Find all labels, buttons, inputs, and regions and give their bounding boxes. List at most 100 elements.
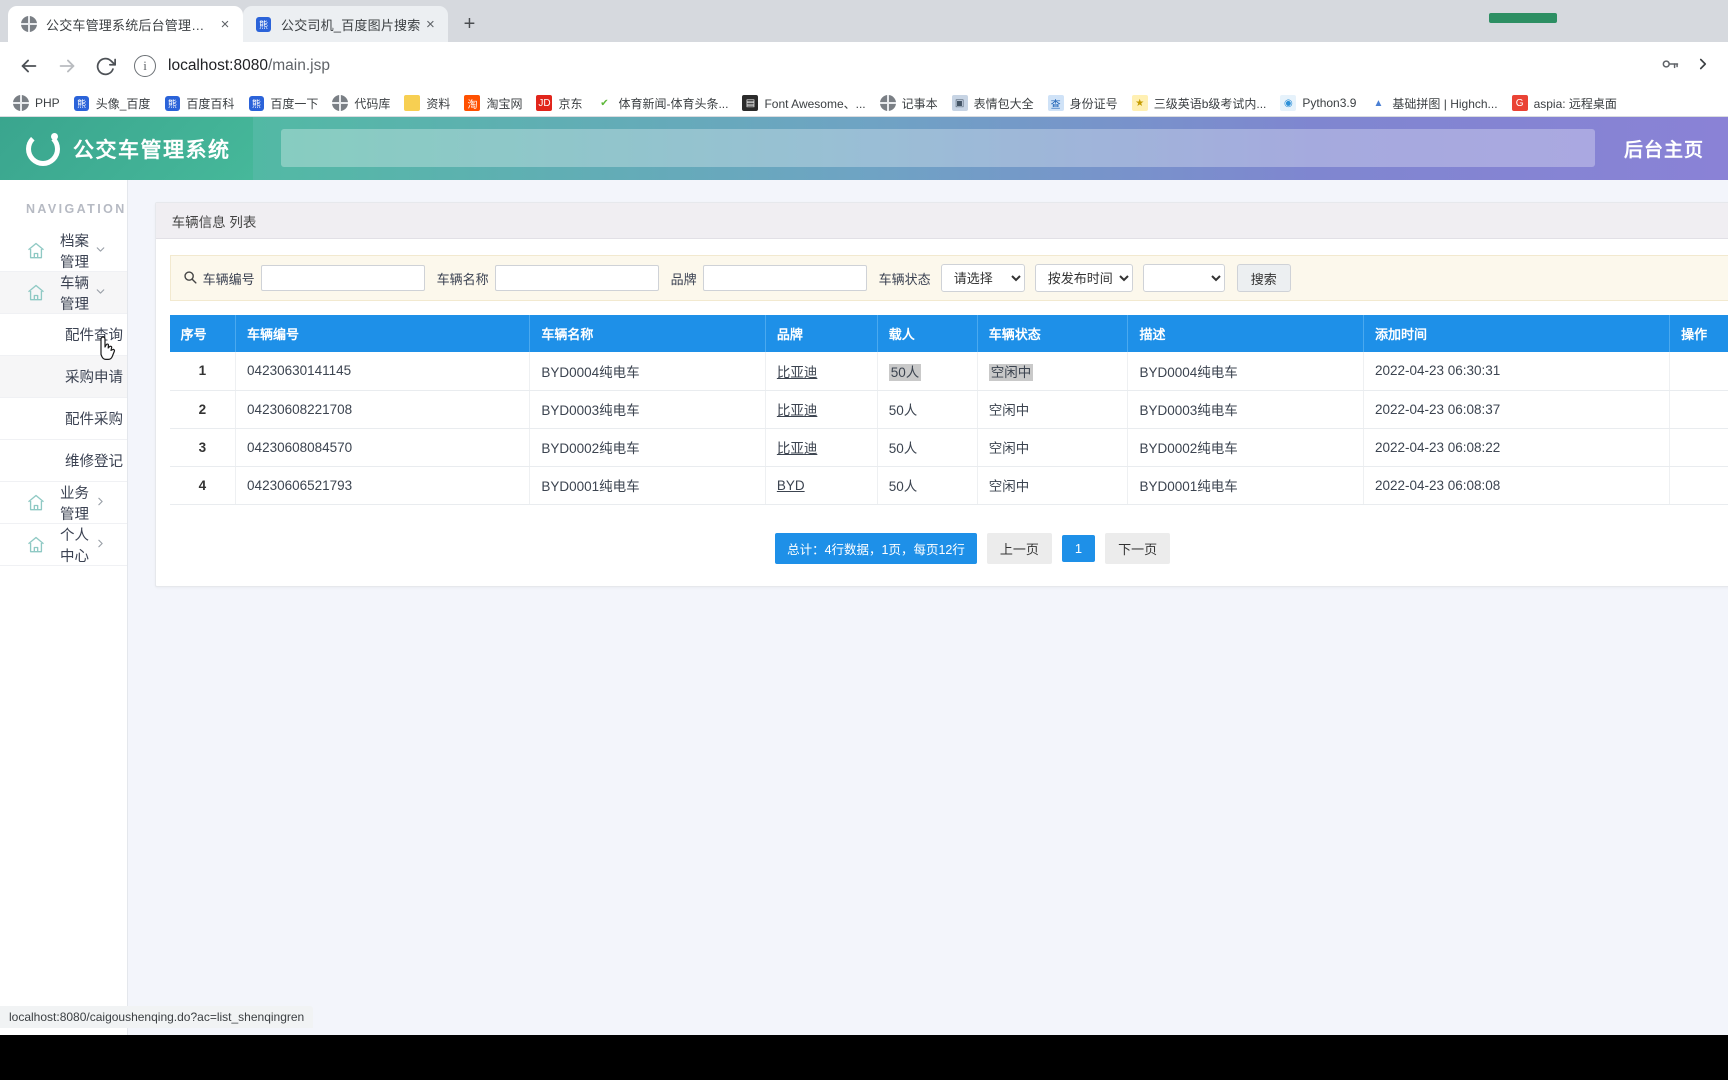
sidebar-subitem-label: 配件查询 — [65, 328, 123, 344]
bookmark-item[interactable]: 代码库 — [325, 92, 397, 114]
filter-label-3: 品牌 — [670, 271, 697, 287]
order-select[interactable] — [1142, 264, 1225, 292]
forward-arrow-icon[interactable] — [48, 47, 86, 85]
table-row: 1 04230630141145 BYD0004纯电车 比亚迪 50人 空闲中 BYD000… — [169, 352, 1728, 391]
taobao-icon: 淘 — [464, 95, 481, 111]
globe-icon — [332, 95, 349, 111]
screen: 公交车管理系统后台管理系统 × 公交司机_百度图片搜索 × + i — [0, 0, 1728, 1080]
chevron-down-icon — [94, 285, 107, 300]
bookmark-item[interactable]: 百度百科 — [157, 92, 241, 114]
cell-description: BYD0002纯电车 — [1127, 428, 1364, 467]
sort-select[interactable]: 按发布时间 — [1034, 264, 1133, 292]
bookmark-item[interactable]: ▤ Font Awesome、... — [735, 92, 872, 114]
home-icon — [26, 283, 48, 303]
bookmark-item[interactable]: Gaspia: 远程桌面 — [1505, 92, 1624, 114]
bookmark-label: 淘宝网 — [486, 96, 523, 111]
header-right: 后台主页 — [1624, 117, 1704, 180]
bookmark-item[interactable]: 资料 — [397, 92, 457, 114]
cell-added-time: 2022-04-23 06:08:37 — [1363, 390, 1671, 429]
bookmark-item[interactable]: JD 京东 — [529, 92, 589, 114]
header-search-box[interactable] — [281, 129, 1595, 167]
prev-page-button[interactable]: 上一页 — [986, 532, 1052, 564]
cell-actions[interactable] — [1669, 466, 1728, 505]
bookmark-item[interactable]: ✔ 体育新闻-体育头条... — [589, 92, 735, 114]
bookmark-label: Font Awesome、... — [764, 96, 866, 111]
bookmark-item[interactable]: 查身份证号 — [1041, 92, 1125, 114]
page-info-icon[interactable]: i — [134, 55, 156, 77]
address-bar[interactable]: i localhost:8080/main.jsp — [134, 50, 1654, 82]
chevron-right-icon[interactable] — [1694, 55, 1712, 78]
bookmark-label: 表情包大全 — [973, 96, 1034, 111]
sidebar-subitem[interactable]: 采购申请 — [0, 356, 127, 398]
cell-brand: BYD — [765, 466, 878, 505]
baidu-paw-icon — [255, 16, 272, 33]
sidebar-subitem-label: 采购申请 — [65, 370, 123, 386]
reload-icon[interactable] — [86, 47, 124, 85]
cell-vehicle-code: 04230606521793 — [235, 466, 531, 505]
toolbar-right-actions — [1660, 54, 1718, 79]
check-icon: ✔ — [600, 97, 609, 109]
bookmark-item[interactable]: ▣ 表情包大全 — [945, 92, 1041, 114]
home-icon — [26, 535, 48, 555]
brand-link[interactable]: BYD — [777, 478, 805, 493]
cell-vehicle-name: BYD0004纯电车 — [529, 352, 766, 391]
sidebar-item[interactable]: 业务管理 — [0, 482, 127, 524]
back-arrow-icon[interactable] — [10, 47, 48, 85]
cell-description: BYD0004纯电车 — [1127, 352, 1364, 391]
vehicle-code-input[interactable] — [260, 265, 425, 291]
url-text: localhost:8080/main.jsp — [168, 57, 330, 75]
cell-capacity: 50人 — [877, 466, 978, 505]
bookmark-item[interactable]: ★ 三级英语b级考试内... — [1125, 92, 1274, 114]
bookmark-item[interactable]: 记事本 — [873, 92, 945, 114]
table-header-cell: 车辆状态 — [977, 315, 1129, 352]
sidebar-subitem[interactable]: 配件查询 — [0, 314, 127, 356]
brand-block: 公交车管理系统 — [0, 117, 253, 180]
bookmark-item[interactable]: ▲ 基础拼图 | Highch... — [1363, 92, 1504, 114]
bookmark-item[interactable]: PHP — [6, 92, 67, 114]
bookmark-item[interactable]: 头像_百度 — [67, 92, 158, 114]
bookmark-label: aspia: 远程桌面 — [1533, 96, 1617, 111]
bookmark-label: 身份证号 — [1069, 96, 1118, 111]
brand-link[interactable]: 比亚迪 — [777, 441, 818, 456]
chevron-right-icon — [94, 537, 107, 552]
next-page-button[interactable]: 下一页 — [1105, 532, 1171, 564]
sidebar-subitem-label: 配件采购 — [65, 412, 123, 428]
bookmark-item[interactable]: 百度一下 — [241, 92, 325, 114]
cell-actions[interactable] — [1669, 428, 1728, 467]
cell-brand: 比亚迪 — [765, 390, 878, 429]
blue-doc-icon: 查 — [1047, 95, 1064, 111]
cell-index: 1 — [169, 352, 237, 391]
current-page-indicator[interactable]: 1 — [1061, 534, 1096, 562]
cell-actions[interactable] — [1669, 390, 1728, 429]
cell-capacity: 50人 — [877, 390, 978, 429]
sidebar-subitem[interactable]: 维修登记 — [0, 440, 127, 482]
home-link[interactable]: 后台主页 — [1624, 135, 1704, 162]
brand-link[interactable]: 比亚迪 — [777, 365, 818, 380]
bookmark-label: 京东 — [558, 96, 583, 111]
url-host: localhost:8080 — [168, 57, 268, 74]
search-button[interactable]: 搜索 — [1236, 264, 1291, 292]
sidebar-subitem[interactable]: 配件采购 — [0, 398, 127, 440]
filter-bar: 车辆编号 车辆名称 品牌 车辆状态 请选择 按发布时间 搜索 — [169, 255, 1728, 301]
vehicle-list-panel: 车辆信息 列表 车辆编号 车辆名称 品牌 车辆状态 请选择 按发布时间 搜索 序… — [154, 202, 1728, 587]
cell-actions[interactable] — [1669, 352, 1728, 391]
bookmark-item[interactable]: 淘淘宝网 — [457, 92, 529, 114]
bookmark-item[interactable]: ◉ Python3.9 — [1273, 92, 1363, 114]
status-bar: localhost:8080/caigoushenqing.do?ac=list… — [0, 1006, 314, 1028]
baidu-paw-icon — [164, 95, 180, 111]
sidebar-item[interactable]: 档案管理 — [0, 230, 127, 272]
vehicle-name-input[interactable] — [494, 265, 659, 291]
cell-brand: 比亚迪 — [765, 352, 878, 391]
password-key-icon[interactable] — [1660, 54, 1680, 79]
brand-link[interactable]: 比亚迪 — [777, 403, 818, 418]
cell-capacity: 50人 — [877, 352, 978, 391]
table-row: 2 04230608221708 BYD0003纯电车 比亚迪 50人 空闲中 BYD000… — [169, 390, 1728, 429]
window-green-indicator — [1489, 13, 1557, 23]
status-select[interactable]: 请选择 — [940, 264, 1025, 292]
header-bar: 后台主页 — [253, 117, 1728, 180]
brand-input[interactable] — [702, 265, 867, 291]
sidebar-item[interactable]: 个人中心 — [0, 524, 127, 566]
cell-vehicle-name: BYD0001纯电车 — [529, 466, 766, 505]
sidebar-item[interactable]: 车辆管理 — [0, 272, 127, 314]
vehicle-code-label: 车辆编号 — [183, 269, 255, 288]
